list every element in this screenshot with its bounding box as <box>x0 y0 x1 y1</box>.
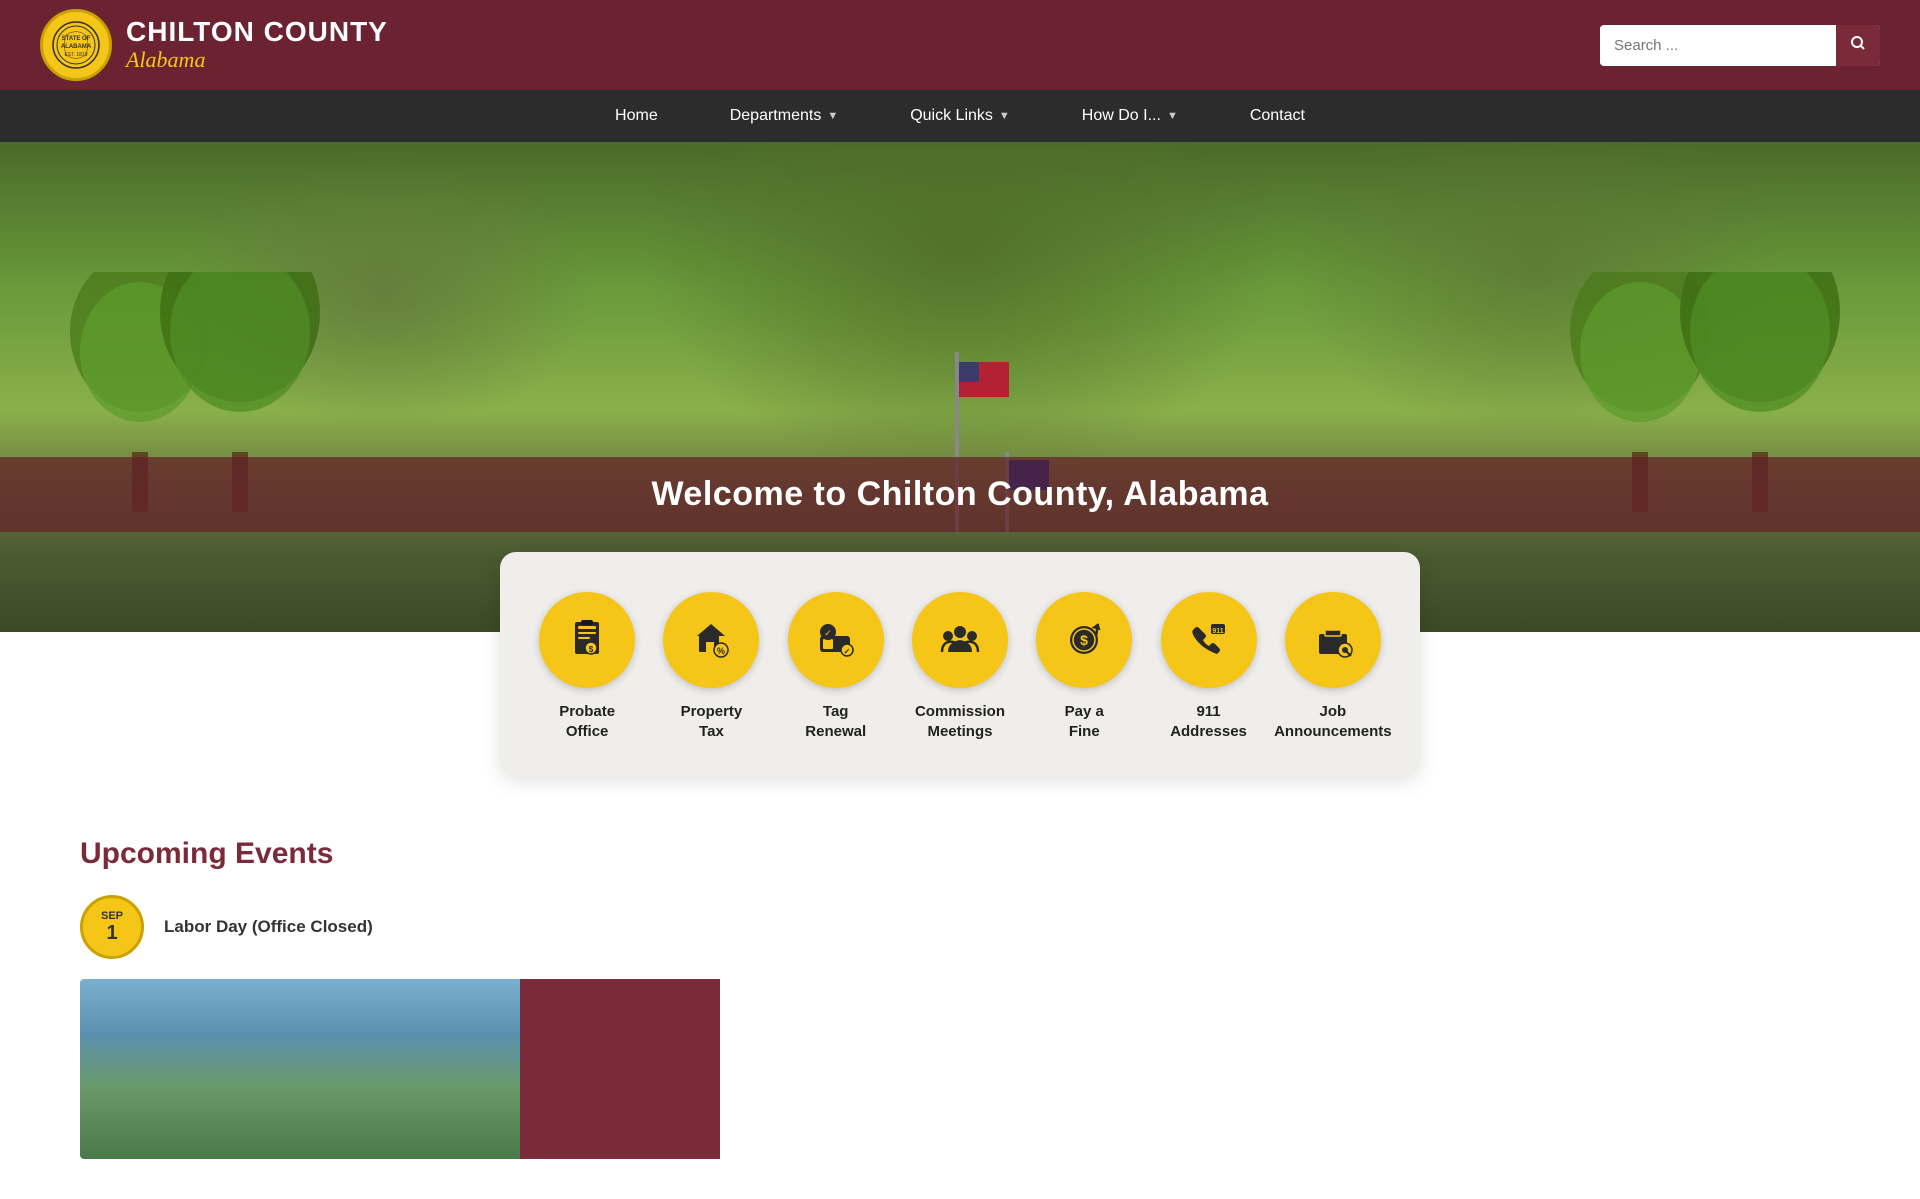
search-box <box>1600 25 1880 66</box>
red-panel <box>520 979 720 1159</box>
commission-icon-circle <box>912 592 1008 688</box>
event-date-badge: SEP 1 <box>80 895 144 959</box>
county-name: CHILTON COUNTY <box>126 17 388 48</box>
landscape-image <box>80 979 520 1159</box>
welcome-text: Welcome to Chilton County, Alabama <box>651 475 1268 513</box>
search-button[interactable] <box>1836 25 1880 66</box>
quick-link-probate[interactable]: $ ProbateOffice <box>532 592 642 741</box>
main-content: Upcoming Events SEP 1 Labor Day (Office … <box>0 777 1920 1199</box>
search-area <box>1600 25 1880 66</box>
nav-how-do-i[interactable]: How Do I... ▼ <box>1046 90 1214 142</box>
quick-links-card: $ ProbateOffice % PropertyTax <box>500 552 1420 777</box>
logo-icon: STATE OF ALABAMA EST. 1819 <box>40 9 112 81</box>
welcome-banner: Welcome to Chilton County, Alabama <box>0 457 1920 532</box>
chevron-down-icon: ▼ <box>1167 110 1178 122</box>
site-header: STATE OF ALABAMA EST. 1819 CHILTON COUNT… <box>0 0 1920 90</box>
tag-renewal-icon-circle: ✓ ✓ <box>788 592 884 688</box>
chevron-down-icon: ▼ <box>999 110 1010 122</box>
nav-contact[interactable]: Contact <box>1214 90 1341 142</box>
911-icon-circle: 911 <box>1161 592 1257 688</box>
event-name: Labor Day (Office Closed) <box>164 917 373 937</box>
quick-link-property-tax[interactable]: % PropertyTax <box>656 592 766 741</box>
pay-fine-icon-circle: $ <box>1036 592 1132 688</box>
event-day: 1 <box>106 922 117 945</box>
nav-departments[interactable]: Departments ▼ <box>694 90 874 142</box>
jobs-icon-circle <box>1285 592 1381 688</box>
jobs-label: JobAnnouncements <box>1274 702 1392 741</box>
quick-link-911[interactable]: 911 911Addresses <box>1154 592 1264 741</box>
state-name: Alabama <box>126 47 388 73</box>
nav-home[interactable]: Home <box>579 90 694 142</box>
911-label: 911Addresses <box>1170 702 1247 741</box>
event-month: SEP <box>101 910 123 922</box>
quick-link-tag-renewal[interactable]: ✓ ✓ TagRenewal <box>781 592 891 741</box>
property-tax-label: PropertyTax <box>681 702 743 741</box>
probate-icon-circle: $ <box>539 592 635 688</box>
svg-text:$: $ <box>589 645 594 654</box>
pay-fine-label: Pay aFine <box>1065 702 1104 741</box>
chevron-down-icon: ▼ <box>827 110 838 122</box>
nav-quick-links[interactable]: Quick Links ▼ <box>874 90 1046 142</box>
search-input[interactable] <box>1600 27 1836 64</box>
main-nav: Home Departments ▼ Quick Links ▼ How Do … <box>0 90 1920 142</box>
commission-label: CommissionMeetings <box>915 702 1005 741</box>
image-section <box>80 979 1840 1159</box>
svg-text:$: $ <box>1080 632 1088 648</box>
logo-area[interactable]: STATE OF ALABAMA EST. 1819 CHILTON COUNT… <box>40 9 388 81</box>
svg-text:%: % <box>717 646 725 656</box>
property-tax-icon-circle: % <box>663 592 759 688</box>
probate-label: ProbateOffice <box>559 702 615 741</box>
svg-text:✓: ✓ <box>824 628 832 638</box>
quick-link-pay-fine[interactable]: $ Pay aFine <box>1029 592 1139 741</box>
svg-text:✓: ✓ <box>843 647 850 656</box>
quick-link-jobs[interactable]: JobAnnouncements <box>1278 592 1388 741</box>
event-row: SEP 1 Labor Day (Office Closed) <box>80 895 1840 959</box>
svg-text:EST. 1819: EST. 1819 <box>64 52 87 58</box>
upcoming-events-title: Upcoming Events <box>80 837 1840 871</box>
quick-links-grid: $ ProbateOffice % PropertyTax <box>530 592 1390 741</box>
logo-text: CHILTON COUNTY Alabama <box>126 17 388 74</box>
svg-text:911: 911 <box>1212 628 1223 635</box>
tag-renewal-label: TagRenewal <box>805 702 866 741</box>
quick-link-commission[interactable]: CommissionMeetings <box>905 592 1015 741</box>
